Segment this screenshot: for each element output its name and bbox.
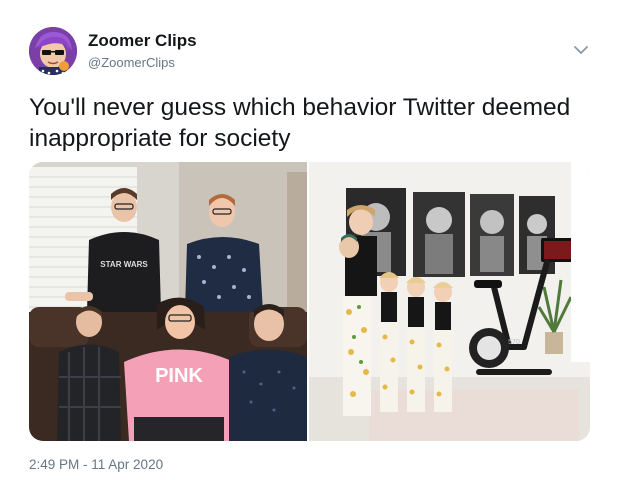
svg-text:PINK: PINK — [155, 365, 203, 387]
photo-group-on-couch[interactable]: STAR WARS PINK — [29, 162, 307, 441]
tweet-text: You'll never guess which behavior Twitte… — [29, 94, 571, 152]
avatar[interactable] — [29, 27, 77, 75]
photo-family-with-bike[interactable]: 570 — [309, 162, 590, 441]
chevron-down-icon[interactable] — [571, 42, 591, 58]
display-name[interactable]: Zoomer Clips — [88, 31, 197, 51]
svg-text:570: 570 — [508, 339, 520, 346]
svg-text:STAR WARS: STAR WARS — [100, 260, 148, 269]
tweet-timestamp[interactable]: 2:49 PM - 11 Apr 2020 — [29, 457, 163, 472]
tweet-media[interactable]: STAR WARS PINK 570 — [29, 162, 590, 441]
user-handle[interactable]: @ZoomerClips — [88, 55, 175, 70]
cartoon-avatar-icon — [29, 27, 77, 75]
